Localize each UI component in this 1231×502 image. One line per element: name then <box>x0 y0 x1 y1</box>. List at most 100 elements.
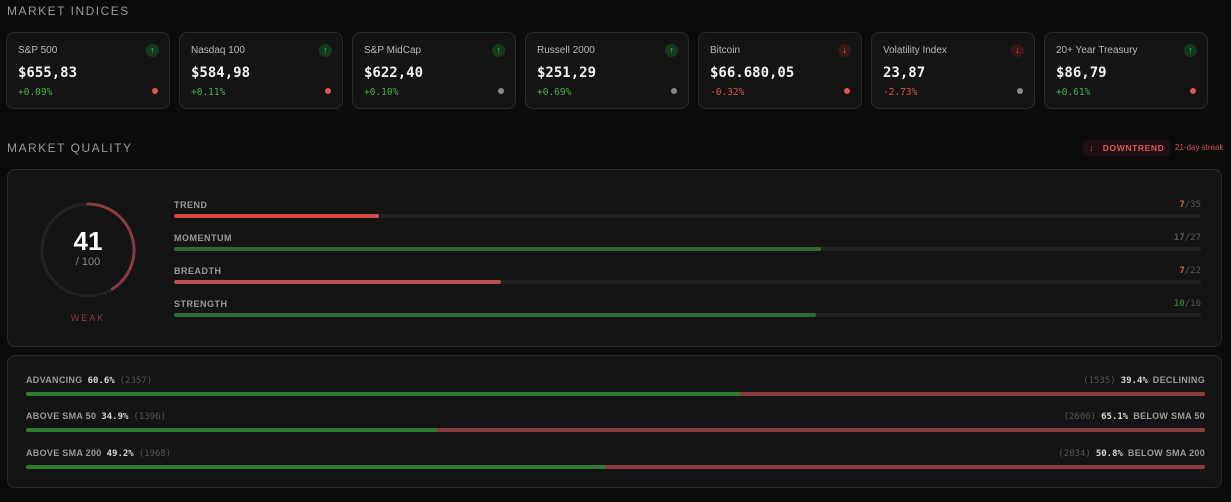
index-card[interactable]: S&P MidCap ↑ $622,40 +0.10% <box>352 32 516 109</box>
metric-den: /27 <box>1184 233 1201 243</box>
breadth-bar <box>26 392 1205 396</box>
metric-score: 7/35 <box>1179 200 1201 210</box>
index-card[interactable]: Volatility Index ↓ 23,87 -2.73% <box>871 32 1035 109</box>
breadth-right-pct: 39.4% <box>1120 376 1148 386</box>
breadth-right-count: (2606) <box>1063 412 1097 422</box>
breadth-right-count: (1535) <box>1083 376 1116 386</box>
breadth-right: (2606) 65.1% BELOW SMA 50 <box>1064 411 1205 422</box>
trend-label: DOWNTREND <box>1102 143 1165 153</box>
arrow-down-icon: ↓ <box>1089 143 1094 153</box>
metric-den: /35 <box>1184 200 1201 210</box>
market-indices-title: MARKET INDICES <box>7 4 130 18</box>
index-price: $655,83 <box>18 65 78 81</box>
index-change: -2.73% <box>883 87 918 98</box>
index-card[interactable]: Russell 2000 ↑ $251,29 +0.69% <box>525 32 689 109</box>
metric-momentum: MOMENTUM 17/27 <box>174 233 1201 257</box>
metric-label: MOMENTUM <box>174 233 232 243</box>
metric-score: 7/22 <box>1179 266 1201 276</box>
breadth-right: (2034) 50.8% BELOW SMA 200 <box>1058 448 1205 459</box>
breadth-right-pct: 50.8% <box>1095 449 1123 459</box>
metric-label: STRENGTH <box>174 299 228 309</box>
index-card[interactable]: Nasdaq 100 ↑ $584,98 +0.11% <box>179 32 343 109</box>
status-dot-icon <box>844 88 850 94</box>
breadth-row-sma50: ABOVE SMA 50 34.9% (1396) (2606) 65.1% B… <box>26 411 1205 439</box>
breadth-bar-green <box>26 428 438 432</box>
metric-strength: STRENGTH 10/16 <box>174 299 1201 323</box>
index-name: S&P MidCap <box>364 45 422 56</box>
breadth-left: ABOVE SMA 200 49.2% (1968) <box>26 448 171 459</box>
breadth-row-sma200: ABOVE SMA 200 49.2% (1968) (2034) 50.8% … <box>26 448 1205 476</box>
breadth-left: ADVANCING 60.6% (2357) <box>26 375 152 386</box>
index-card[interactable]: S&P 500 ↑ $655,83 +0.09% <box>6 32 170 109</box>
market-quality-title: MARKET QUALITY <box>7 141 133 155</box>
metric-label: BREADTH <box>174 266 222 276</box>
breadth-left-pct: 49.2% <box>106 449 134 459</box>
status-dot-icon <box>671 88 677 94</box>
arrow-down-icon: ↓ <box>1011 44 1024 57</box>
index-name: Nasdaq 100 <box>191 45 245 56</box>
breadth-bar <box>26 428 1205 432</box>
index-price: $622,40 <box>364 65 424 81</box>
breadth-bar-red <box>740 392 1205 396</box>
index-name: Volatility Index <box>883 45 947 56</box>
index-change: -0.32% <box>710 87 745 98</box>
index-name: Bitcoin <box>710 45 741 56</box>
index-card[interactable]: Bitcoin ↓ $66.680,05 -0.32% <box>698 32 862 109</box>
index-change: +0.11% <box>191 87 226 98</box>
arrow-up-icon: ↑ <box>665 44 678 57</box>
metric-den: /22 <box>1184 266 1201 276</box>
metric-fill <box>174 313 816 317</box>
breadth-row-advancing: ADVANCING 60.6% (2357) (1535) 39.4% DECL… <box>26 375 1205 403</box>
index-name: Russell 2000 <box>537 45 595 56</box>
streak-text: 21-day streak <box>1175 143 1224 152</box>
breadth-right-label: DECLINING <box>1152 375 1205 385</box>
breadth-right-label: BELOW SMA 200 <box>1127 448 1205 458</box>
metric-label: TREND <box>174 200 208 210</box>
breadth-panel: ADVANCING 60.6% (2357) (1535) 39.4% DECL… <box>7 355 1222 488</box>
index-price: $251,29 <box>537 65 597 81</box>
index-change: +0.69% <box>537 87 572 98</box>
breadth-right-label: BELOW SMA 50 <box>1133 411 1205 421</box>
breadth-left-label: ABOVE SMA 50 <box>26 411 97 421</box>
breadth-left-count: (1968) <box>138 449 172 459</box>
breadth-right: (1535) 39.4% DECLINING <box>1083 375 1205 386</box>
index-change: +0.61% <box>1056 87 1091 98</box>
index-name: S&P 500 <box>18 45 58 56</box>
breadth-bar-green <box>26 392 741 396</box>
index-price: $584,98 <box>191 65 251 81</box>
arrow-up-icon: ↑ <box>146 44 159 57</box>
index-cards: S&P 500 ↑ $655,83 +0.09% Nasdaq 100 ↑ $5… <box>6 32 1208 109</box>
downtrend-badge: ↓ DOWNTREND <box>1083 140 1171 156</box>
status-dot-icon <box>498 88 504 94</box>
metric-score: 17/27 <box>1174 233 1201 243</box>
metric-score: 10/16 <box>1174 299 1201 309</box>
metric-track <box>174 280 1201 284</box>
market-quality-panel: 41 / 100 WEAK TREND 7/35 MOMENTUM 17/27 … <box>7 169 1222 347</box>
index-change: +0.09% <box>18 87 53 98</box>
breadth-bar-red <box>437 428 1205 432</box>
metric-track <box>174 214 1201 218</box>
breadth-left-pct: 34.9% <box>101 412 129 422</box>
index-price: $86,79 <box>1056 65 1107 81</box>
breadth-left-pct: 60.6% <box>87 376 115 386</box>
metric-trend: TREND 7/35 <box>174 200 1201 224</box>
breadth-left-count: (2357) <box>119 376 153 386</box>
breadth-bar-green <box>26 465 607 469</box>
breadth-right-count: (2034) <box>1058 449 1091 459</box>
index-price: $66.680,05 <box>710 65 795 81</box>
metric-num: 17 <box>1173 233 1185 243</box>
index-card[interactable]: 20+ Year Treasury ↑ $86,79 +0.61% <box>1044 32 1208 109</box>
metric-track <box>174 313 1201 317</box>
arrow-down-icon: ↓ <box>838 44 851 57</box>
arrow-up-icon: ↑ <box>492 44 505 57</box>
metric-fill <box>174 214 380 218</box>
index-name: 20+ Year Treasury <box>1056 45 1138 56</box>
score-max: / 100 <box>75 256 101 268</box>
status-dot-icon <box>325 88 331 94</box>
breadth-bar-red <box>606 465 1205 469</box>
breadth-bar <box>26 465 1205 469</box>
score-label: WEAK <box>70 313 106 323</box>
score-value: 41 <box>73 226 103 256</box>
metric-breadth: BREADTH 7/22 <box>174 266 1201 290</box>
status-dot-icon <box>1190 88 1196 94</box>
